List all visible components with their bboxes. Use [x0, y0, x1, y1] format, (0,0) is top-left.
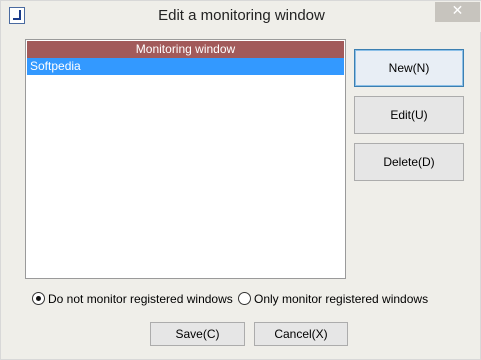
new-button[interactable]: New(N) — [354, 49, 464, 87]
close-icon: ✕ — [451, 3, 464, 19]
list-column-header[interactable]: Monitoring window — [27, 41, 344, 58]
monitoring-window-list[interactable]: Monitoring window Softpedia — [25, 39, 346, 279]
list-item[interactable]: Softpedia — [27, 58, 344, 75]
edit-button[interactable]: Edit(U) — [354, 96, 464, 134]
save-button[interactable]: Save(C) — [150, 322, 245, 346]
only-monitor-label[interactable]: Only monitor registered windows — [254, 292, 428, 306]
do-not-monitor-option[interactable]: Do not monitor registered windows — [32, 292, 233, 308]
only-monitor-radio[interactable] — [238, 292, 251, 305]
edit-monitoring-window-dialog: Edit a monitoring window ✕ Monitoring wi… — [0, 0, 481, 360]
do-not-monitor-label[interactable]: Do not monitor registered windows — [48, 292, 233, 306]
delete-button[interactable]: Delete(D) — [354, 143, 464, 181]
only-monitor-option[interactable]: Only monitor registered windows — [238, 292, 438, 308]
title-bar[interactable]: Edit a monitoring window ✕ — [1, 1, 481, 32]
close-button[interactable]: ✕ — [435, 2, 480, 22]
window-title: Edit a monitoring window — [158, 7, 325, 24]
cancel-button[interactable]: Cancel(X) — [254, 322, 348, 346]
radio-selected-dot — [36, 296, 41, 301]
do-not-monitor-radio[interactable] — [32, 292, 45, 305]
